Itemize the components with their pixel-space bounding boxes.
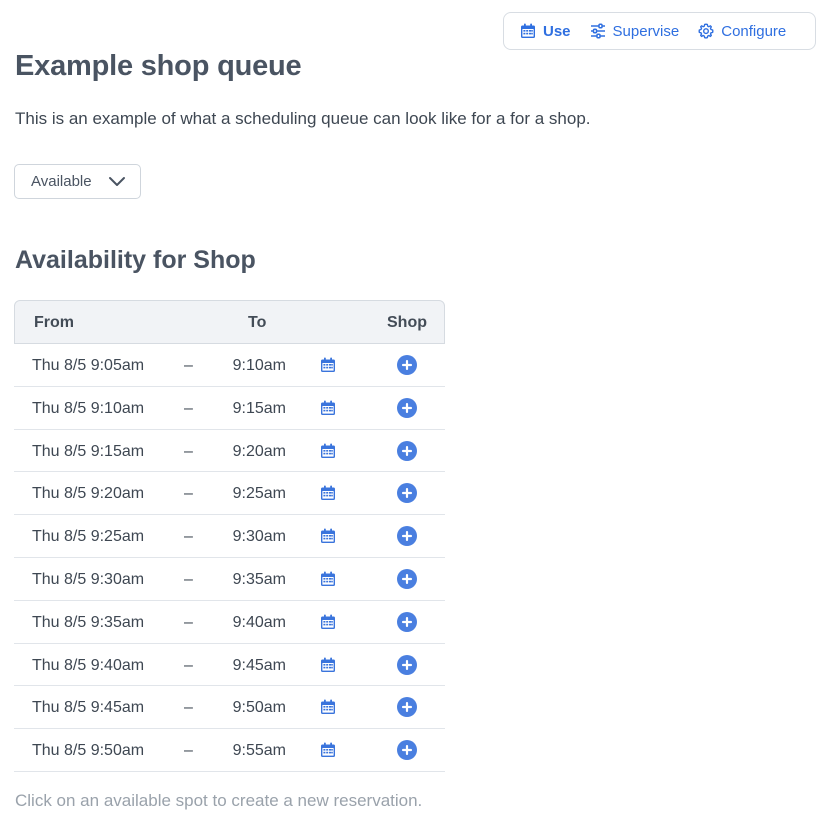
column-header-from: From: [34, 314, 74, 331]
slot-separator: –: [184, 357, 193, 374]
calendar-icon[interactable]: [320, 614, 336, 635]
slot-to: 9:25am: [232, 485, 286, 503]
plus-circle-icon: [397, 483, 417, 504]
tab-use[interactable]: Use: [520, 23, 571, 40]
add-reservation-button[interactable]: [397, 355, 417, 380]
slot-to: 9:20am: [232, 442, 286, 460]
sliders-icon: [590, 23, 605, 39]
table-row[interactable]: Thu 8/5 9:10am – 9:15am: [14, 387, 445, 430]
slot-separator: –: [184, 485, 193, 503]
calendar-icon[interactable]: [320, 400, 336, 421]
plus-circle-icon: [397, 697, 417, 718]
section-title: Availability for Shop: [15, 246, 256, 274]
slot-from: Thu 8/5 9:25am: [32, 528, 145, 546]
slot-to: 9:50am: [232, 699, 286, 717]
slot-from: Thu 8/5 9:45am: [32, 699, 145, 717]
slot-from: Thu 8/5 9:40am: [32, 656, 145, 674]
table-row[interactable]: Thu 8/5 9:05am – 9:10am: [14, 344, 445, 387]
page-title: Example shop queue: [15, 50, 302, 82]
slot-separator: –: [184, 528, 193, 546]
add-reservation-button[interactable]: [397, 397, 417, 423]
calendar-icon[interactable]: [320, 657, 336, 678]
gear-icon: [698, 23, 714, 39]
tab-configure-label: Configure: [721, 22, 787, 40]
table-row[interactable]: Thu 8/5 9:35am – 9:40am: [14, 601, 445, 644]
table-header: From To Shop: [14, 300, 445, 344]
column-header-to: To: [248, 314, 267, 331]
add-reservation-button[interactable]: [397, 440, 417, 466]
slot-to: 9:55am: [232, 742, 286, 760]
slot-separator: –: [184, 742, 193, 760]
add-reservation-button[interactable]: [397, 611, 417, 637]
table-row[interactable]: Thu 8/5 9:25am – 9:30am: [14, 515, 445, 558]
slot-to: 9:35am: [232, 570, 286, 588]
add-reservation-button[interactable]: [397, 697, 417, 722]
add-reservation-button[interactable]: [397, 568, 417, 594]
add-reservation-button[interactable]: [397, 654, 417, 680]
slot-from: Thu 8/5 9:10am: [32, 399, 145, 417]
plus-circle-icon: [397, 397, 417, 418]
status-filter-value: Available: [31, 173, 92, 190]
table-row[interactable]: Thu 8/5 9:45am – 9:50am: [14, 686, 445, 730]
tab-supervise-label: Supervise: [612, 22, 680, 40]
footnote: Click on an available spot to create a n…: [15, 791, 423, 810]
calendar-icon: [521, 23, 535, 38]
availability-table: From To Shop Thu 8/5 9:05am – 9:10am Thu…: [14, 300, 445, 772]
calendar-icon[interactable]: [320, 742, 336, 763]
plus-circle-icon: [397, 740, 417, 761]
slot-from: Thu 8/5 9:35am: [32, 613, 145, 631]
calendar-icon[interactable]: [320, 485, 336, 506]
table-body: Thu 8/5 9:05am – 9:10am Thu 8/5 9:10am –…: [14, 344, 445, 772]
add-reservation-button[interactable]: [397, 526, 417, 551]
table-row[interactable]: Thu 8/5 9:20am – 9:25am: [14, 472, 445, 516]
plus-circle-icon: [397, 654, 417, 675]
tab-configure[interactable]: Configure: [698, 23, 786, 40]
add-reservation-button[interactable]: [397, 483, 417, 508]
add-reservation-button[interactable]: [397, 740, 417, 765]
slot-to: 9:15am: [232, 399, 286, 417]
slot-to: 9:40am: [232, 613, 286, 631]
tab-supervise[interactable]: Supervise: [590, 22, 680, 40]
calendar-icon[interactable]: [320, 571, 336, 592]
plus-circle-icon: [397, 355, 417, 375]
slot-to: 9:45am: [232, 656, 286, 674]
calendar-icon[interactable]: [320, 528, 336, 549]
slot-from: Thu 8/5 9:20am: [32, 485, 145, 503]
page-description: This is an example of what a scheduling …: [15, 109, 591, 128]
column-header-shop: Shop: [387, 314, 427, 331]
plus-circle-icon: [397, 611, 417, 632]
calendar-icon[interactable]: [320, 443, 336, 464]
tab-use-label: Use: [543, 22, 571, 40]
slot-separator: –: [184, 613, 193, 631]
table-row[interactable]: Thu 8/5 9:15am – 9:20am: [14, 430, 445, 473]
slot-separator: –: [184, 399, 193, 417]
table-row[interactable]: Thu 8/5 9:30am – 9:35am: [14, 558, 445, 601]
slot-from: Thu 8/5 9:15am: [32, 442, 145, 460]
plus-circle-icon: [397, 568, 417, 589]
table-row[interactable]: Thu 8/5 9:40am – 9:45am: [14, 644, 445, 687]
slot-from: Thu 8/5 9:30am: [32, 570, 145, 588]
chevron-down-icon: [109, 177, 125, 186]
slot-separator: –: [184, 656, 193, 674]
slot-separator: –: [184, 442, 193, 460]
slot-separator: –: [184, 570, 193, 588]
status-filter-select[interactable]: Available: [14, 164, 141, 199]
slot-to: 9:30am: [232, 528, 286, 546]
slot-from: Thu 8/5 9:05am: [32, 357, 145, 374]
mode-tabs: Use Supervise Configure: [503, 12, 816, 50]
plus-circle-icon: [397, 440, 417, 461]
calendar-icon[interactable]: [320, 699, 336, 720]
slot-to: 9:10am: [232, 357, 286, 374]
table-row[interactable]: Thu 8/5 9:50am – 9:55am: [14, 729, 445, 772]
calendar-icon[interactable]: [320, 357, 336, 378]
plus-circle-icon: [397, 526, 417, 547]
slot-from: Thu 8/5 9:50am: [32, 742, 145, 760]
slot-separator: –: [184, 699, 193, 717]
